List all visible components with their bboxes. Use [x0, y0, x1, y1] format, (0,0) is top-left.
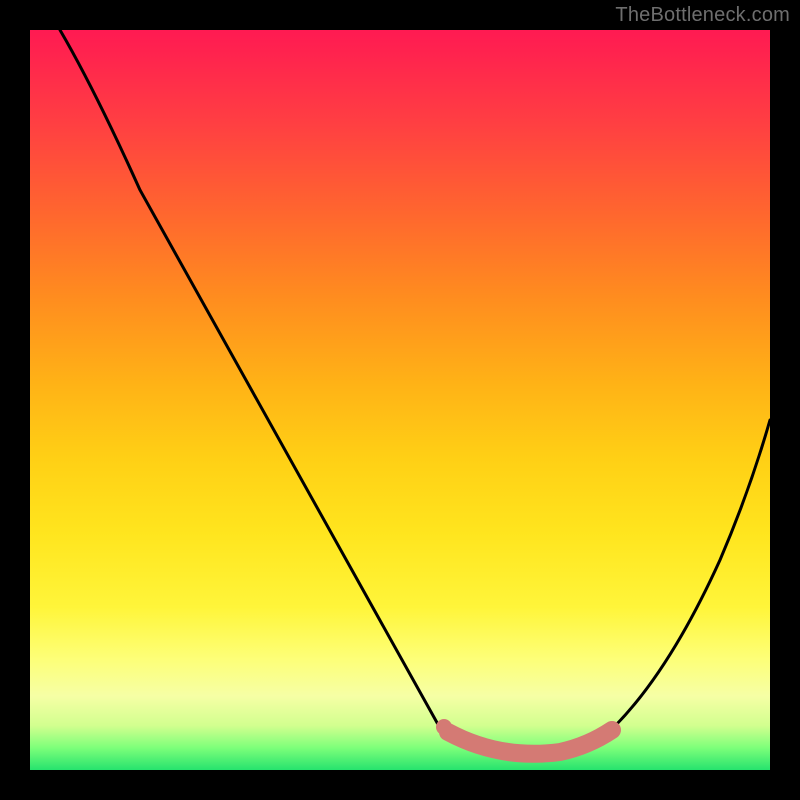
optimal-band-marker [448, 730, 612, 754]
watermark-label: TheBottleneck.com [615, 4, 790, 27]
plot-gradient-area [30, 30, 770, 770]
curve-left [60, 30, 440, 728]
chart-svg [30, 30, 770, 770]
curve-right [615, 420, 770, 726]
optimal-start-dot [436, 719, 452, 735]
chart-frame: TheBottleneck.com [0, 0, 800, 800]
